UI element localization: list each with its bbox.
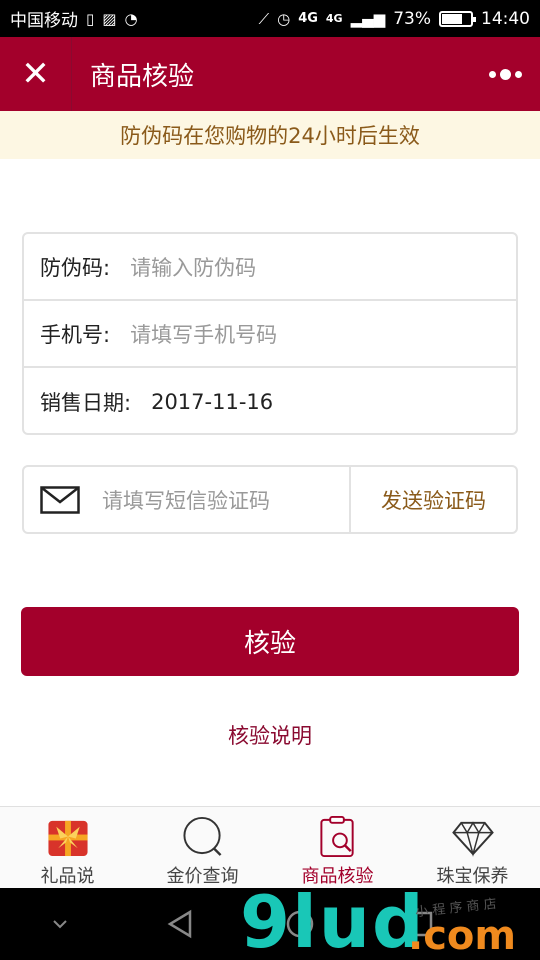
carrier-name: 中国移动 bbox=[10, 11, 78, 31]
gift-icon bbox=[47, 820, 88, 857]
image-icon: ▨ bbox=[102, 9, 117, 28]
wechat-icon: ◔ bbox=[124, 9, 138, 28]
battery-icon bbox=[439, 10, 476, 27]
verify-button[interactable]: 核验 bbox=[21, 607, 519, 676]
close-button[interactable]: ✕ bbox=[0, 37, 72, 111]
verification-form: 防伪码: 请输入防伪码 手机号: 请填写手机号码 销售日期: 2017-11-1… bbox=[22, 232, 518, 435]
sale-date-value[interactable]: 2017-11-16 bbox=[151, 390, 273, 414]
nav-hide-keyboard[interactable] bbox=[0, 888, 120, 960]
sale-date-row[interactable]: 销售日期: 2017-11-16 bbox=[24, 368, 516, 435]
back-icon bbox=[167, 909, 192, 939]
nav-home[interactable] bbox=[240, 888, 360, 960]
home-icon bbox=[286, 910, 314, 938]
tab-verify-label: 商品核验 bbox=[301, 866, 374, 887]
status-bar: 中国移动 ▯ ▨ ◔ ⟋ ◷ 4G 4G ▂▄▆ 73% 14:40 bbox=[0, 0, 540, 37]
battery-fill bbox=[442, 13, 462, 24]
tab-gold-price-label: 金价查询 bbox=[166, 866, 239, 887]
nav-recents[interactable] bbox=[360, 888, 480, 960]
more-dots-icon-right bbox=[514, 70, 522, 78]
nav-back[interactable] bbox=[120, 888, 240, 960]
search-icon bbox=[182, 816, 221, 856]
status-bar-right: ⟋ ◷ 4G 4G ▂▄▆ 73% 14:40 bbox=[259, 9, 530, 29]
sms-code-input[interactable]: 请填写短信验证码 bbox=[102, 485, 349, 515]
verify-explain-link[interactable]: 核验说明 bbox=[0, 720, 540, 750]
sms-code-row: 请填写短信验证码 发送验证码 bbox=[22, 465, 518, 534]
battery-percent: 73% bbox=[393, 8, 431, 29]
close-icon: ✕ bbox=[21, 54, 50, 94]
clipboard-search-icon bbox=[319, 815, 354, 858]
anti-fake-code-label: 防伪码: bbox=[40, 255, 111, 280]
phone-label: 手机号: bbox=[40, 322, 111, 347]
send-code-button[interactable]: 发送验证码 bbox=[349, 467, 516, 532]
tab-verify[interactable]: 商品核验 bbox=[270, 807, 405, 888]
recents-icon bbox=[407, 911, 433, 937]
page-title: 商品核验 bbox=[90, 61, 195, 92]
vibrate-icon: ⟋ bbox=[258, 9, 270, 28]
sale-date-label: 销售日期: bbox=[40, 390, 132, 415]
anti-fake-code-row[interactable]: 防伪码: 请输入防伪码 bbox=[24, 234, 516, 301]
tab-bar: 礼品说 金价查询 商品核验 珠宝保养 bbox=[0, 806, 540, 888]
signal-icon: ▂▄▆ bbox=[350, 9, 386, 28]
alarm-icon: ◷ bbox=[277, 9, 291, 28]
phone-row[interactable]: 手机号: 请填写手机号码 bbox=[24, 301, 516, 368]
tab-gift-label: 礼品说 bbox=[40, 866, 95, 887]
more-dots-icon-center bbox=[499, 68, 511, 80]
clock: 14:40 bbox=[481, 8, 530, 29]
sim-icon: ▯ bbox=[86, 9, 95, 28]
anti-fake-code-input[interactable]: 请输入防伪码 bbox=[130, 252, 256, 282]
diamond-icon bbox=[451, 821, 494, 857]
app-header: ✕ 商品核验 bbox=[0, 37, 540, 111]
mail-icon bbox=[40, 485, 80, 514]
chevron-down-icon bbox=[53, 920, 67, 929]
tab-gold-price[interactable]: 金价查询 bbox=[135, 807, 270, 888]
phone-input[interactable]: 请填写手机号码 bbox=[130, 319, 277, 349]
network-type-secondary: 4G bbox=[325, 12, 343, 25]
tab-jewelry-care-label: 珠宝保养 bbox=[436, 866, 509, 887]
tab-gift[interactable]: 礼品说 bbox=[0, 807, 135, 888]
tab-jewelry-care[interactable]: 珠宝保养 bbox=[405, 807, 540, 888]
status-bar-left: 中国移动 ▯ ▨ ◔ bbox=[10, 6, 138, 32]
system-nav-bar bbox=[0, 888, 540, 960]
notice-banner: 防伪码在您购物的24小时后生效 bbox=[0, 111, 540, 159]
network-type: 4G bbox=[298, 11, 318, 26]
more-button[interactable] bbox=[470, 37, 540, 111]
more-dots-icon bbox=[488, 70, 496, 78]
